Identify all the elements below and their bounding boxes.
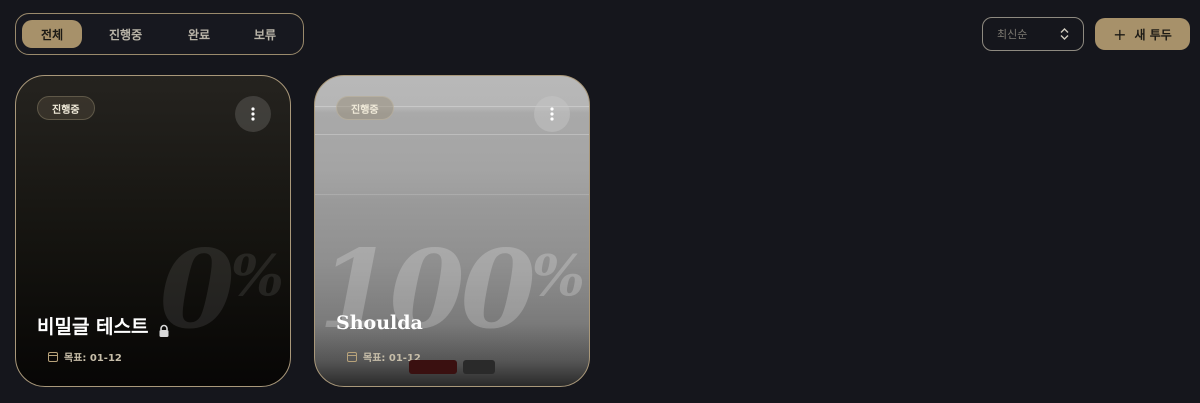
new-todo-label: 새 투두 [1134, 27, 1172, 42]
tab-all[interactable]: 전체 [22, 20, 83, 48]
tab-in-progress[interactable]: 진행중 [86, 20, 165, 48]
status-badge: 진행중 [336, 96, 394, 120]
new-todo-button[interactable]: + 새 투두 [1095, 18, 1190, 50]
kebab-menu-icon [550, 107, 554, 121]
todo-card[interactable]: 진행중 100% Shoulda 목표: 01-12 [314, 75, 590, 387]
status-badge: 진행중 [37, 96, 95, 120]
tab-completed[interactable]: 완료 [169, 20, 229, 48]
more-options-button[interactable] [534, 96, 570, 132]
card-title-text: 비밀글 테스트 [37, 316, 149, 338]
more-options-button[interactable] [235, 96, 271, 132]
due-date: 목표: 01-12 [48, 349, 122, 364]
sort-select-value: 최신순 [997, 28, 1028, 41]
progress-percent: 0% [159, 227, 284, 353]
background-image-detail [463, 360, 495, 374]
plus-icon: + [1113, 24, 1127, 44]
status-filter-tabs: 전체 진행중 완료 보류 [15, 13, 304, 55]
card-title: Shoulda [336, 312, 423, 334]
card-title-text: Shoulda [336, 312, 423, 334]
calendar-icon [347, 351, 357, 362]
tab-on-hold[interactable]: 보류 [233, 20, 297, 48]
kebab-menu-icon [251, 107, 255, 121]
due-date-text: 목표: 01-12 [64, 353, 122, 364]
calendar-icon [48, 351, 58, 362]
todo-card[interactable]: 진행중 0% 비밀글 테스트 목표: 01-12 [15, 75, 291, 387]
chevron-up-down-icon [1060, 28, 1069, 40]
background-image-detail [409, 360, 457, 374]
sort-select[interactable]: 최신순 [982, 17, 1084, 51]
lock-icon [157, 321, 171, 337]
card-title: 비밀글 테스트 [37, 312, 171, 339]
